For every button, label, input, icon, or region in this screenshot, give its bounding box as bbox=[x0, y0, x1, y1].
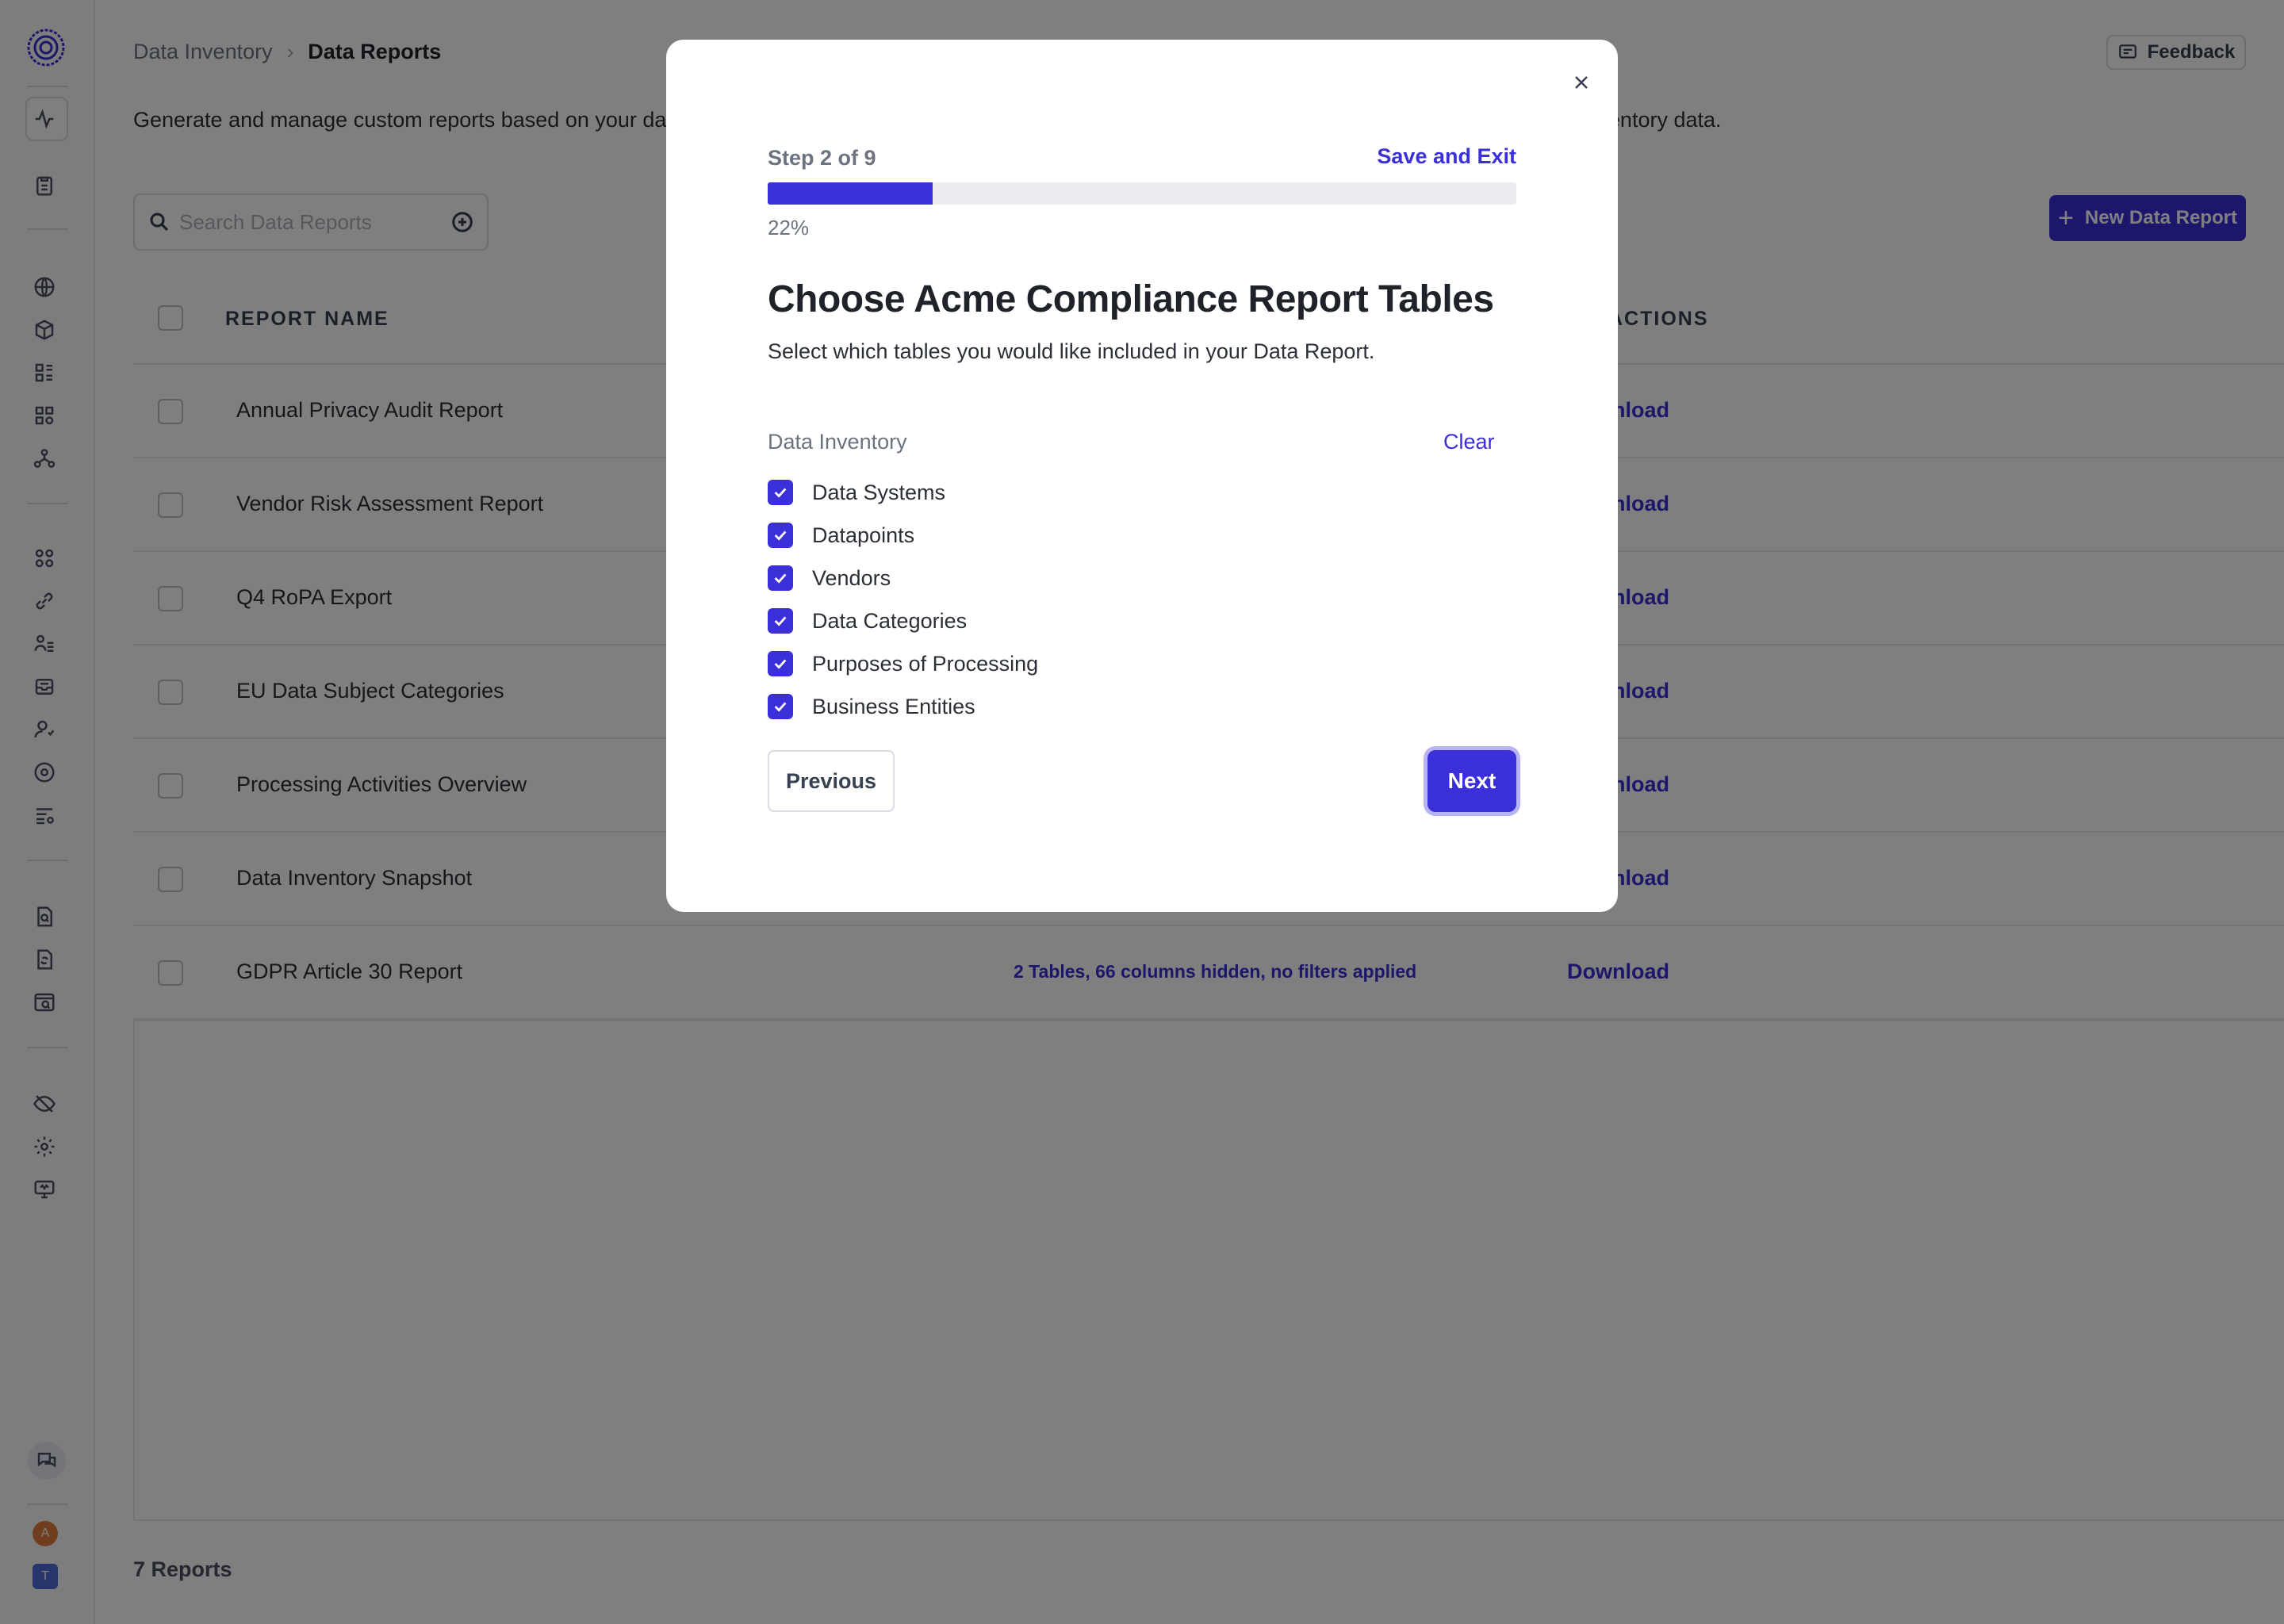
check-icon bbox=[774, 616, 787, 626]
close-button[interactable] bbox=[1565, 67, 1597, 98]
check-icon bbox=[774, 659, 787, 669]
option-label: Purposes of Processing bbox=[812, 651, 1039, 676]
option-label: Business Entities bbox=[812, 694, 975, 718]
clear-selection-link[interactable]: Clear bbox=[1443, 430, 1495, 454]
table-option[interactable]: Purposes of Processing bbox=[768, 642, 1038, 685]
save-and-exit-link[interactable]: Save and Exit bbox=[1377, 144, 1516, 169]
check-icon bbox=[774, 573, 787, 584]
table-option[interactable]: Data Systems bbox=[768, 471, 1038, 514]
next-button[interactable]: Next bbox=[1428, 750, 1516, 812]
option-checkbox[interactable] bbox=[768, 694, 793, 719]
option-checkbox[interactable] bbox=[768, 565, 793, 591]
step-indicator: Step 2 of 9 bbox=[768, 146, 876, 170]
option-label: Data Systems bbox=[812, 480, 946, 504]
report-wizard-modal: Step 2 of 9 Save and Exit 22% Choose Acm… bbox=[666, 40, 1618, 912]
progress-bar bbox=[768, 182, 1516, 205]
option-checkbox[interactable] bbox=[768, 608, 793, 634]
option-label: Data Categories bbox=[812, 608, 968, 633]
check-icon bbox=[774, 530, 787, 541]
table-options-list: Data Systems Datapoints Vendors Data Catego… bbox=[768, 471, 1038, 728]
progress-bar-fill bbox=[768, 182, 933, 205]
table-group-label: Data Inventory bbox=[768, 430, 907, 454]
option-label: Datapoints bbox=[812, 523, 915, 547]
option-checkbox[interactable] bbox=[768, 523, 793, 548]
table-option[interactable]: Data Categories bbox=[768, 599, 1038, 642]
previous-button[interactable]: Previous bbox=[768, 750, 895, 812]
modal-subtitle: Select which tables you would like inclu… bbox=[768, 339, 1375, 363]
check-icon bbox=[774, 488, 787, 498]
progress-percent: 22% bbox=[768, 216, 810, 239]
option-checkbox[interactable] bbox=[768, 480, 793, 505]
check-icon bbox=[774, 702, 787, 712]
table-option[interactable]: Vendors bbox=[768, 557, 1038, 599]
option-checkbox[interactable] bbox=[768, 651, 793, 676]
modal-title: Choose Acme Compliance Report Tables bbox=[768, 278, 1494, 320]
table-option[interactable]: Business Entities bbox=[768, 685, 1038, 728]
close-icon bbox=[1575, 76, 1588, 89]
option-label: Vendors bbox=[812, 565, 891, 590]
table-option[interactable]: Datapoints bbox=[768, 514, 1038, 557]
